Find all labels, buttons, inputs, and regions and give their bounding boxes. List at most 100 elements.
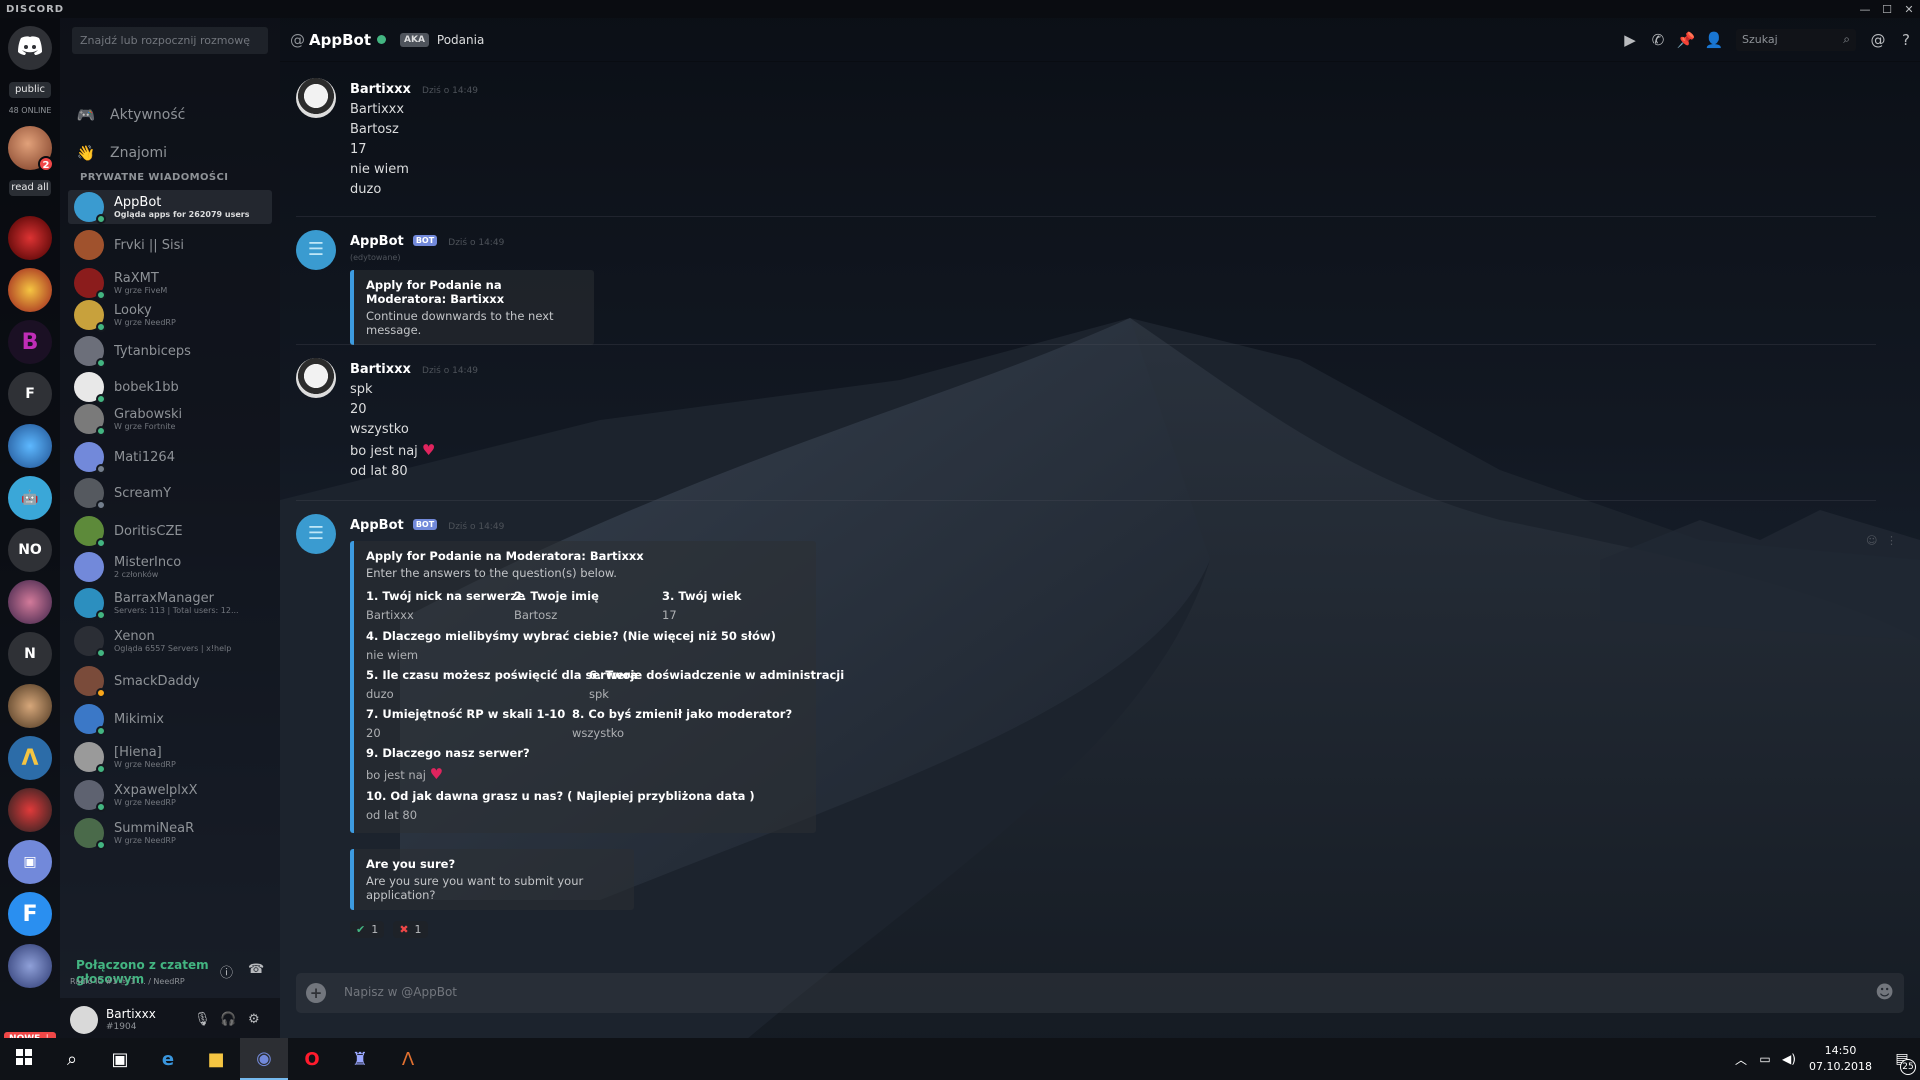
taskbar-search-button[interactable]: ⌕ (48, 1038, 96, 1080)
window-titlebar: DISCORD — ☐ ✕ (0, 0, 1920, 18)
server-facebook[interactable]: F (8, 892, 52, 936)
voice-channel-label[interactable]: Radio IC #1 ⓑ 1 ... / NeedRP (70, 976, 185, 987)
author-avatar[interactable] (296, 358, 336, 398)
dm-item[interactable]: Looky W grze NeedRP (68, 298, 272, 332)
author-avatar[interactable] (296, 78, 336, 118)
help-icon[interactable]: ? (1892, 31, 1920, 49)
disconnect-call-icon[interactable]: ☎ (248, 962, 264, 977)
dm-item[interactable]: Mati1264 (68, 440, 272, 474)
nav-activity[interactable]: 🎮 Aktywność (76, 100, 186, 130)
home-button[interactable] (8, 26, 52, 70)
dm-activity: W grze NeedRP (114, 798, 176, 807)
add-reaction-icon[interactable]: ☺ (1866, 534, 1877, 547)
server-n[interactable]: N (8, 632, 52, 676)
volume-icon[interactable]: ◀) (1777, 1052, 1801, 1066)
headphones-icon[interactable]: 🎧 (220, 1012, 236, 1027)
server-bot[interactable]: 🤖 (8, 476, 52, 520)
emoji-picker-icon[interactable]: ☻ (1875, 982, 1894, 1003)
server-cwrp[interactable] (8, 424, 52, 468)
dm-avatar (74, 442, 106, 474)
game-button[interactable]: Λ (384, 1038, 432, 1080)
info-icon[interactable]: ⓘ (220, 962, 233, 981)
message-line: nie wiem (350, 162, 409, 177)
opera-button[interactable]: O (288, 1038, 336, 1080)
message-author[interactable]: AppBot (350, 518, 404, 533)
dm-item[interactable]: XxpawelplxX W grze NeedRP (68, 778, 272, 812)
dm-item[interactable]: bobek1bb (68, 370, 272, 404)
video-call-icon[interactable]: ▶ (1616, 31, 1644, 49)
dm-item[interactable]: DoritisCZE (68, 514, 272, 548)
upload-plus-icon[interactable]: + (306, 983, 326, 1003)
pin-icon[interactable]: 📌 (1672, 31, 1700, 49)
task-view-button[interactable]: ▣ (96, 1038, 144, 1080)
server-sparta-roleplay[interactable] (8, 216, 52, 260)
server-cartoon[interactable] (8, 268, 52, 312)
more-options-icon[interactable]: ⋮ (1886, 534, 1897, 547)
public-pill[interactable]: public (9, 82, 51, 98)
dm-item[interactable]: Tytanbiceps (68, 334, 272, 368)
message-author[interactable]: Bartixxx (350, 362, 411, 377)
app-button[interactable]: ♜ (336, 1038, 384, 1080)
clock[interactable]: 14:50 07.10.2018 (1809, 1043, 1872, 1075)
read-all-button[interactable]: read all (9, 180, 51, 196)
dm-item[interactable]: ScreamY (68, 476, 272, 510)
user-avatar[interactable] (70, 1006, 98, 1034)
phone-icon[interactable]: ✆ (1644, 31, 1672, 49)
dm-item[interactable]: SummiNeaR W grze NeedRP (68, 816, 272, 850)
dm-item[interactable]: Mikimix (68, 702, 272, 736)
microphone-icon[interactable]: 🎙 (194, 1012, 211, 1027)
mentions-icon[interactable]: @ (1864, 31, 1892, 49)
dm-name: Grabowski (114, 407, 183, 422)
author-avatar[interactable]: ☰ (296, 230, 336, 270)
dm-item[interactable]: AppBot Ogląda apps for 262079 users (68, 190, 272, 224)
server-red[interactable] (8, 788, 52, 832)
dm-item[interactable]: [Hiena] W grze NeedRP (68, 740, 272, 774)
server-robot[interactable] (8, 944, 52, 988)
header-search-input[interactable]: Szukaj ⌕ (1736, 29, 1856, 51)
file-explorer-button[interactable]: ■ (192, 1038, 240, 1080)
message-composer[interactable]: + Napisz w @AppBot ☻ (296, 973, 1904, 1013)
minimize-button[interactable]: — (1854, 3, 1876, 16)
message-author[interactable]: AppBot (350, 234, 404, 249)
friend-avatar[interactable]: 2 (8, 126, 54, 172)
discord-taskbar-button[interactable]: ◉ (240, 1038, 288, 1080)
dm-sidebar: Znajdź lub rozpocznij rozmowę 🎮 Aktywnoś… (60, 18, 280, 1040)
maximize-button[interactable]: ☐ (1876, 3, 1898, 16)
dm-item[interactable]: MisterInco 2 członków (68, 550, 272, 584)
close-button[interactable]: ✕ (1898, 3, 1920, 16)
server-bot-2[interactable]: ▣ (8, 840, 52, 884)
dm-name: Mati1264 (114, 449, 175, 465)
add-friend-icon[interactable]: 👤 (1700, 31, 1728, 49)
dm-search-input[interactable]: Znajdź lub rozpocznij rozmowę (72, 27, 268, 54)
start-button[interactable] (0, 1038, 48, 1080)
reaction-check[interactable]: ✔ 1 (350, 921, 385, 938)
author-avatar[interactable]: ☰ (296, 514, 336, 554)
message-author[interactable]: Bartixxx (350, 82, 411, 97)
dm-item[interactable]: SmackDaddy (68, 664, 272, 698)
server-b[interactable]: B (8, 320, 52, 364)
server-pink[interactable] (8, 580, 52, 624)
network-icon[interactable]: ▭ (1753, 1052, 1777, 1066)
nav-friends[interactable]: 👋 Znajomi (76, 138, 167, 168)
chevron-up-icon[interactable]: ︿ (1729, 1051, 1753, 1068)
username: Bartixxx (106, 1007, 156, 1021)
reaction-cross[interactable]: ✖ 1 (393, 921, 428, 938)
field-name: 10. Od jak dawna grasz u nas? ( Najlepie… (366, 789, 755, 803)
gear-icon[interactable]: ⚙ (248, 1012, 260, 1027)
server-f[interactable]: F (8, 372, 52, 416)
dm-text: DoritisCZE (114, 524, 183, 539)
field-value: bo jest naj ♥ (366, 765, 530, 783)
dm-item[interactable]: Xenon Ogląda 6557 Servers | x!help (68, 624, 272, 658)
server-a[interactable]: Λ (8, 736, 52, 780)
dm-item[interactable]: Grabowski W grze Fortnite (68, 402, 272, 436)
server-no[interactable]: NO (8, 528, 52, 572)
message-input[interactable]: Napisz w @AppBot (344, 985, 457, 999)
dm-item[interactable]: RaXMT W grze FiveM (68, 266, 272, 300)
edge-button[interactable]: e (144, 1038, 192, 1080)
action-center-button[interactable]: ▤ 25 (1884, 1051, 1920, 1075)
dm-name: Tytanbiceps (114, 343, 191, 359)
server-cowboy[interactable] (8, 684, 52, 728)
dm-item[interactable]: BarraxManager Servers: 113 | Total users:… (68, 586, 272, 620)
dm-activity: W grze Fortnite (114, 422, 176, 431)
dm-item[interactable]: Frvki || Sisi (68, 228, 272, 262)
